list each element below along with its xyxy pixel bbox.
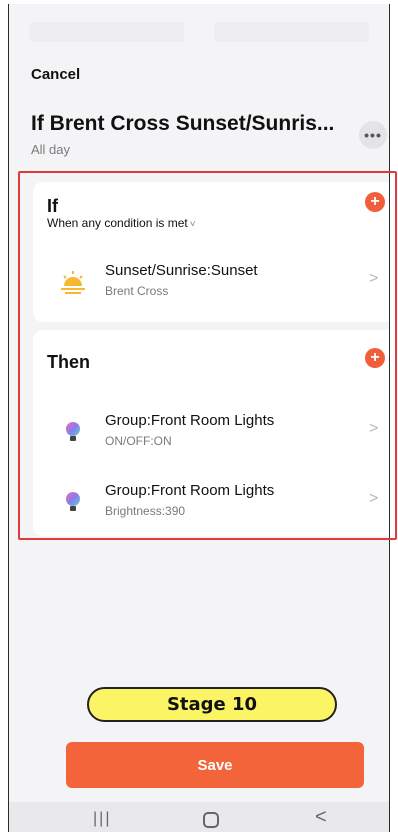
status-bar-blur bbox=[29, 22, 184, 42]
recent-apps-icon[interactable]: ||| bbox=[93, 810, 111, 828]
highlight-box bbox=[18, 171, 397, 540]
more-options-button[interactable]: ••• bbox=[359, 121, 387, 149]
more-icon: ••• bbox=[364, 127, 382, 143]
cancel-button[interactable]: Cancel bbox=[31, 66, 80, 83]
status-bar bbox=[29, 22, 369, 42]
status-bar-blur bbox=[214, 22, 369, 42]
home-icon[interactable] bbox=[203, 812, 219, 828]
system-nav-bar: ||| < bbox=[9, 802, 389, 832]
schedule-subtitle[interactable]: All day bbox=[31, 142, 70, 157]
save-button[interactable]: Save bbox=[66, 742, 364, 788]
stage-badge: Stage 10 bbox=[87, 687, 337, 722]
back-icon[interactable]: < bbox=[315, 806, 327, 829]
page-title: If Brent Cross Sunset/Sunris... bbox=[31, 112, 335, 135]
